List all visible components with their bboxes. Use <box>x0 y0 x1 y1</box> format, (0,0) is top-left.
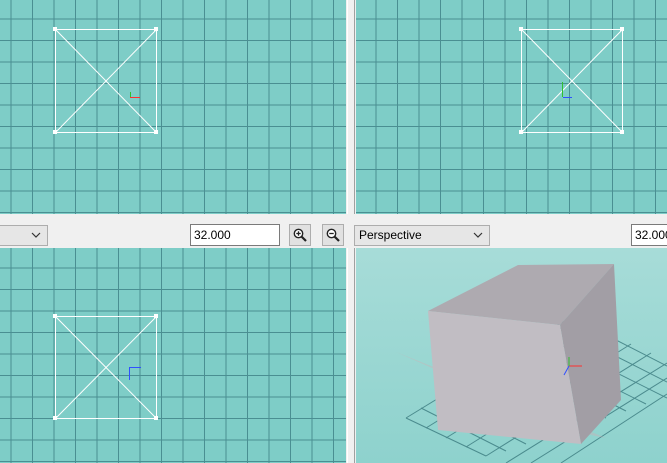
perspective-viewport[interactable] <box>356 248 667 463</box>
wireframe-box-top-left <box>53 27 158 134</box>
zoom-in-icon <box>293 228 307 242</box>
wireframe-box-top-right <box>519 27 624 134</box>
left-view-dropdown[interactable] <box>0 225 48 246</box>
right-zoom-input[interactable]: 32.000 <box>631 224 667 246</box>
axis-gizmo-bottom-left <box>129 367 141 380</box>
zoom-out-icon <box>326 228 340 242</box>
zoom-in-button[interactable] <box>289 224 311 246</box>
top-right-viewport[interactable] <box>356 0 667 214</box>
axis-gizmo-top-left <box>130 92 140 98</box>
perspective-scene <box>396 264 667 463</box>
wireframe-box-bottom-left <box>53 314 158 420</box>
view-mode-label: Perspective <box>359 228 422 242</box>
top-left-viewport[interactable] <box>0 0 346 214</box>
view-mode-dropdown[interactable]: Perspective <box>354 225 490 246</box>
chevron-down-icon <box>31 232 41 238</box>
viewport-toolbar: 32.000 Perspective 32.000 <box>0 214 667 248</box>
chevron-down-icon <box>473 232 483 238</box>
bottom-left-viewport[interactable] <box>0 248 346 463</box>
left-zoom-input[interactable]: 32.000 <box>190 224 280 246</box>
zoom-out-button[interactable] <box>322 224 344 246</box>
cube-mesh[interactable] <box>428 264 621 444</box>
